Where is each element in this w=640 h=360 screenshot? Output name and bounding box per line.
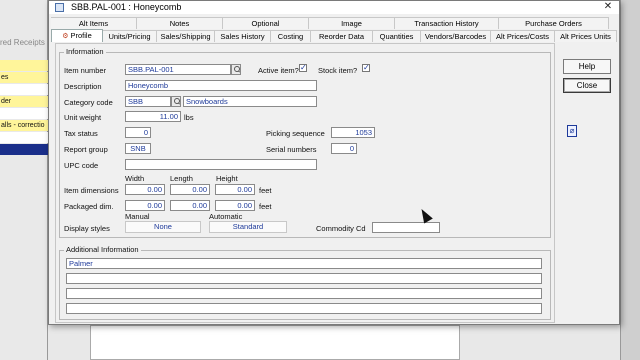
tab-profile-label: Profile [70,31,92,40]
commodity-cd-label: Commodity Cd [316,224,366,233]
length-label: Length [170,174,193,183]
background-list-row: alls - correctio [0,120,48,131]
background-list-row [0,108,48,119]
background-list-row [0,144,48,155]
additional-info-line-2[interactable] [66,273,542,284]
background-left-panel: red Receipts es der alls - correctio [0,0,48,360]
item-lookup-icon[interactable] [231,64,241,75]
description-field[interactable]: Honeycomb [125,80,317,91]
description-label: Description [64,82,102,91]
picking-sequence-field[interactable]: 1053 [331,127,375,138]
tab-transaction-history[interactable]: Transaction History [395,17,499,29]
receipts-label: red Receipts [0,38,45,47]
manual-style-field[interactable]: None [125,221,201,233]
tab-alt-prices-costs[interactable]: Alt Prices/Costs [491,30,555,42]
information-group-label: Information [64,47,106,56]
close-icon[interactable]: ✕ [597,1,619,14]
background-right-panel [620,0,640,360]
tab-sales-shipping[interactable]: Sales/Shipping [157,30,215,42]
tab-sales-history[interactable]: Sales History [215,30,271,42]
unit-weight-unit: lbs [184,113,194,122]
category-code-field[interactable]: SBB [125,96,171,107]
category-lookup-icon[interactable] [171,96,181,107]
item-number-label: Item number [64,66,107,75]
pkg-width-field[interactable]: 0.00 [125,200,165,211]
additional-info-line-1[interactable]: Palmer [66,258,542,269]
tab-costing[interactable]: Costing [271,30,311,42]
tax-status-label: Tax status [64,129,98,138]
serial-numbers-label: Serial numbers [266,145,317,154]
additional-info-line-4[interactable] [66,303,542,314]
pkg-dim-unit: feet [259,202,272,211]
category-code-label: Category code [64,98,113,107]
background-list-row: es [0,72,48,83]
width-label: Width [125,174,145,183]
tab-image[interactable]: Image [309,17,395,29]
picking-sequence-label: Picking sequence [266,129,325,138]
item-number-field[interactable]: SBB.PAL-001 [125,64,231,75]
tab-units-pricing[interactable]: Units/Pricing [103,30,157,42]
tab-optional[interactable]: Optional [223,17,309,29]
active-item-checkbox[interactable]: ✓ [299,64,307,72]
unit-weight-field[interactable]: 11.00 [125,111,181,122]
stock-item-label: Stock item? [318,66,358,75]
automatic-style-field[interactable]: Standard [209,221,287,233]
window-title: SBB.PAL-001 : Honeycomb [71,2,182,12]
background-textbox [90,325,460,360]
manual-label: Manual [125,212,150,221]
upc-code-label: UPC code [64,161,99,170]
serial-numbers-field[interactable]: 0 [331,143,357,154]
profile-panel: Information Item number SBB.PAL-001 Acti… [55,43,555,323]
height-label: Height [216,174,238,183]
tab-alt-prices-units[interactable]: Alt Prices Units [555,30,617,42]
unit-weight-label: Unit weight [64,113,102,122]
tax-status-field[interactable]: 0 [125,127,151,138]
active-item-label: Active item? [258,66,299,75]
additional-info-line-3[interactable] [66,288,542,299]
automatic-label: Automatic [209,212,243,221]
background-list-row: der [0,96,48,107]
tab-reorder-data[interactable]: Reorder Data [311,30,373,42]
close-button[interactable]: Close [563,78,611,93]
profile-tab-icon: ⚙ [62,33,69,40]
background-list-row [0,60,48,71]
report-group-field[interactable]: SNB [125,143,151,154]
background-list-row [0,84,48,95]
paperclip-icon[interactable]: ⌀ [567,125,577,137]
tab-profile[interactable]: ⚙ Profile [51,29,103,42]
title-bar: SBB.PAL-001 : Honeycomb ✕ [49,1,619,14]
commodity-cd-field[interactable] [372,222,440,233]
pkg-height-field[interactable]: 0.00 [215,200,255,211]
pkg-length-field[interactable]: 0.00 [170,200,210,211]
category-name-field: Snowboards [183,96,317,107]
tab-alt-items[interactable]: Alt Items [51,17,137,29]
item-dim-unit: feet [259,186,272,195]
tab-vendors-barcodes[interactable]: Vendors/Barcodes [421,30,491,42]
upc-code-field[interactable] [125,159,317,170]
item-dialog: SBB.PAL-001 : Honeycomb ✕ Alt Items Note… [48,0,620,325]
background-list-row [0,132,48,143]
item-width-field[interactable]: 0.00 [125,184,165,195]
tab-purchase-orders[interactable]: Purchase Orders [499,17,609,29]
additional-info-group-label: Additional Information [64,245,141,254]
packaged-dim-label: Packaged dim. [64,202,114,211]
help-button[interactable]: Help [563,59,611,74]
background-bottom-panel [48,325,620,360]
display-styles-label: Display styles [64,224,110,233]
tab-quantities[interactable]: Quantities [373,30,421,42]
item-length-field[interactable]: 0.00 [170,184,210,195]
tab-notes[interactable]: Notes [137,17,223,29]
item-dimensions-label: Item dimensions [64,186,119,195]
stock-item-checkbox[interactable]: ✓ [362,64,370,72]
app-icon [55,3,64,12]
report-group-label: Report group [64,145,108,154]
item-height-field[interactable]: 0.00 [215,184,255,195]
